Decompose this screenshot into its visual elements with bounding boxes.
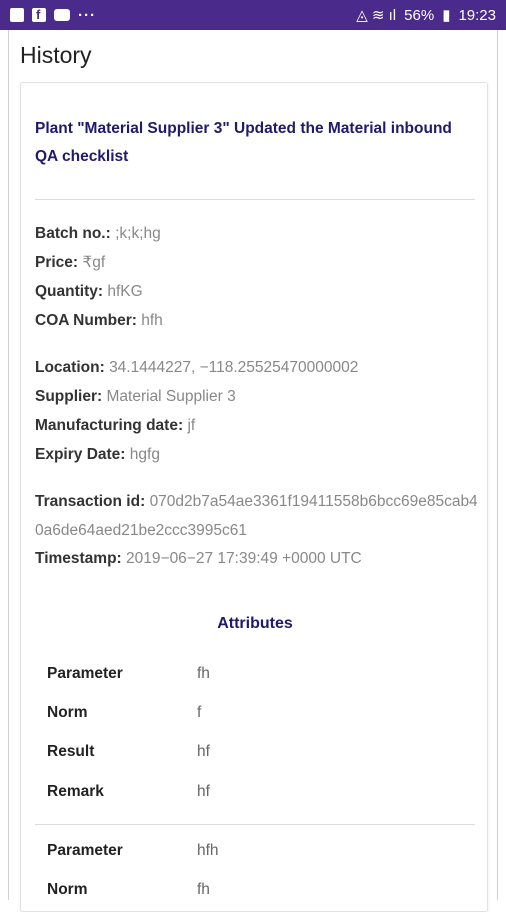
more-notifications-icon: ···: [78, 6, 96, 24]
attribute-value: fh: [197, 665, 210, 682]
batch-field: Batch no.: ;k;k;hg: [35, 224, 161, 244]
attribute-row: Parameter fh: [47, 665, 210, 683]
quantity-field: Quantity: hfKG: [35, 282, 143, 302]
transaction-id-field: Transaction id: 070d2b7a54ae3361f1941155…: [35, 487, 483, 545]
coa-number-field: COA Number: hfh: [35, 311, 163, 331]
field-value: hfKG: [107, 283, 143, 300]
field-label: COA Number:: [35, 312, 137, 329]
attribute-value: fh: [197, 881, 210, 898]
clock: 19:23: [458, 6, 496, 24]
battery-level: 56%: [404, 6, 435, 24]
field-value: ₹gf: [82, 254, 106, 271]
supplier-field: Supplier: Material Supplier 3: [35, 387, 236, 407]
attribute-label: Norm: [47, 881, 88, 898]
status-bar: ··· ◬ ≋ ıl 56% ▮ 19:23: [0, 0, 506, 30]
history-heading: Plant "Material Supplier 3" Updated the …: [35, 120, 452, 165]
field-label: Price:: [35, 254, 79, 271]
history-card: Plant "Material Supplier 3" Updated the …: [20, 82, 488, 912]
attributes-title: Attributes: [217, 615, 293, 632]
attribute-value: hf: [197, 783, 210, 800]
field-label: Expiry Date:: [35, 446, 126, 463]
battery-icon: ▮: [442, 7, 451, 24]
field-value: 34.1444227, −118.25525470000002: [109, 359, 359, 376]
manufacturing-date-field: Manufacturing date: jf: [35, 416, 195, 436]
page-title: History: [20, 42, 92, 68]
field-value: Material Supplier 3: [106, 388, 236, 405]
attribute-row: Parameter hfh: [47, 842, 219, 860]
expiry-date-field: Expiry Date: hgfg: [35, 445, 160, 465]
field-value: 2019−06−27 17:39:49 +0000 UTC: [126, 550, 362, 567]
attribute-label: Norm: [47, 704, 88, 721]
divider: [35, 199, 475, 200]
gallery-icon: [10, 8, 24, 22]
field-label: Batch no.:: [35, 225, 111, 242]
attribute-row: Remark hf: [47, 783, 210, 801]
field-label: Supplier:: [35, 388, 103, 405]
field-value: hgfg: [129, 446, 160, 463]
field-label: Manufacturing date:: [35, 417, 184, 434]
divider: [35, 824, 475, 825]
youtube-icon: [54, 9, 70, 21]
location-field: Location: 34.1444227, −118.2552547000000…: [35, 358, 358, 378]
attribute-row: Norm fh: [47, 881, 210, 899]
field-label: Transaction id:: [35, 493, 146, 510]
attribute-value: hfh: [197, 842, 219, 859]
field-value: ;k;k;hg: [115, 225, 161, 242]
field-value: jf: [187, 417, 196, 434]
field-label: Location:: [35, 359, 105, 376]
attribute-value: hf: [197, 743, 210, 760]
field-value: hfh: [141, 312, 163, 329]
attribute-row: Result hf: [47, 743, 210, 761]
attribute-label: Parameter: [47, 842, 123, 859]
attribute-label: Result: [47, 743, 95, 760]
attribute-label: Remark: [47, 783, 104, 800]
attribute-value: f: [197, 704, 202, 721]
field-label: Quantity:: [35, 283, 104, 300]
field-label: Timestamp:: [35, 550, 122, 567]
wifi-signal-icon: ◬ ≋ ıl: [356, 7, 397, 24]
facebook-icon: [32, 7, 46, 22]
price-field: Price: ₹gf: [35, 253, 105, 273]
timestamp-field: Timestamp: 2019−06−27 17:39:49 +0000 UTC: [35, 549, 362, 569]
attribute-label: Parameter: [47, 665, 123, 682]
attribute-row: Norm f: [47, 704, 201, 722]
